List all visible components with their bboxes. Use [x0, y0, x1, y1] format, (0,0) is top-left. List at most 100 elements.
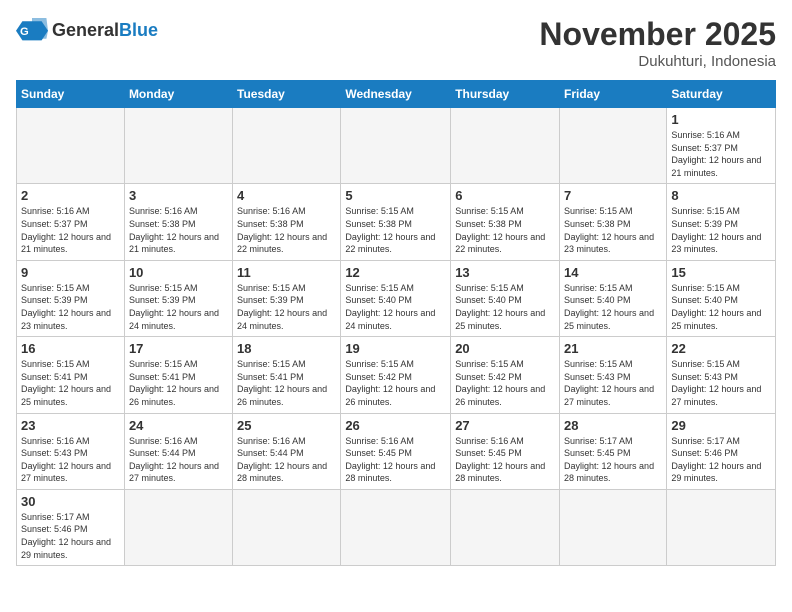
calendar-day-cell: 12Sunrise: 5:15 AM Sunset: 5:40 PM Dayli…: [341, 260, 451, 336]
day-info: Sunrise: 5:16 AM Sunset: 5:44 PM Dayligh…: [129, 435, 228, 485]
calendar-day-cell: 17 Sunrise: 5:15 AM Sunset: 5:41 PM Dayli…: [124, 337, 232, 413]
day-info: Sunrise: 5:15 AM Sunset: 5:40 PM Dayligh…: [455, 282, 555, 332]
day-info: Sunrise: 5:15 AM Sunset: 5:42 PM Dayligh…: [455, 358, 555, 408]
day-info: Sunrise: 5:15 AM Sunset: 5:41 PM Dayligh…: [129, 358, 228, 408]
calendar-week-row: 9 Sunrise: 5:15 AM Sunset: 5:39 PM Daylig…: [17, 260, 776, 336]
calendar-day-cell: 24Sunrise: 5:16 AM Sunset: 5:44 PM Dayli…: [124, 413, 232, 489]
day-info: Sunrise: 5:16 AM Sunset: 5:37 PM Dayligh…: [21, 205, 120, 255]
day-number: 13: [455, 265, 555, 280]
calendar-day-cell: 16 Sunrise: 5:15 AM Sunset: 5:41 PM Dayli…: [17, 337, 125, 413]
calendar-week-row: 16 Sunrise: 5:15 AM Sunset: 5:41 PM Dayli…: [17, 337, 776, 413]
calendar-day-cell: 6 Sunrise: 5:15 AM Sunset: 5:38 PM Daylig…: [451, 184, 560, 260]
day-info: Sunrise: 5:16 AM Sunset: 5:44 PM Dayligh…: [237, 435, 336, 485]
logo: G GeneralBlue: [16, 16, 158, 44]
calendar-day-header: Monday: [124, 81, 232, 108]
day-number: 26: [345, 418, 446, 433]
day-number: 20: [455, 341, 555, 356]
day-info: Sunrise: 5:15 AM Sunset: 5:39 PM Dayligh…: [671, 205, 771, 255]
calendar-day-cell: [17, 108, 125, 184]
day-number: 27: [455, 418, 555, 433]
calendar-week-row: 30Sunrise: 5:17 AM Sunset: 5:46 PM Dayli…: [17, 489, 776, 565]
day-number: 1: [671, 112, 771, 127]
day-info: Sunrise: 5:15 AM Sunset: 5:38 PM Dayligh…: [455, 205, 555, 255]
location: Dukuhturi, Indonesia: [539, 53, 776, 70]
day-number: 16: [21, 341, 120, 356]
day-number: 30: [21, 494, 120, 509]
calendar-week-row: 1Sunrise: 5:16 AM Sunset: 5:37 PM Daylig…: [17, 108, 776, 184]
calendar-day-cell: 10Sunrise: 5:15 AM Sunset: 5:39 PM Dayli…: [124, 260, 232, 336]
calendar-day-cell: 4Sunrise: 5:16 AM Sunset: 5:38 PM Daylig…: [233, 184, 341, 260]
day-info: Sunrise: 5:15 AM Sunset: 5:40 PM Dayligh…: [564, 282, 662, 332]
calendar-day-cell: 19 Sunrise: 5:15 AM Sunset: 5:42 PM Dayli…: [341, 337, 451, 413]
calendar-day-cell: 8 Sunrise: 5:15 AM Sunset: 5:39 PM Daylig…: [667, 184, 776, 260]
calendar-day-cell: 30Sunrise: 5:17 AM Sunset: 5:46 PM Dayli…: [17, 489, 125, 565]
calendar-day-cell: 7 Sunrise: 5:15 AM Sunset: 5:38 PM Daylig…: [560, 184, 667, 260]
calendar-day-cell: 23 Sunrise: 5:16 AM Sunset: 5:43 PM Dayli…: [17, 413, 125, 489]
calendar-day-cell: 22Sunrise: 5:15 AM Sunset: 5:43 PM Dayli…: [667, 337, 776, 413]
calendar-day-cell: 9Sunrise: 5:15 AM Sunset: 5:39 PM Daylig…: [17, 260, 125, 336]
day-number: 2: [21, 188, 120, 203]
calendar-day-cell: 1Sunrise: 5:16 AM Sunset: 5:37 PM Daylig…: [667, 108, 776, 184]
calendar-day-header: Sunday: [17, 81, 125, 108]
logo-icon: G: [16, 16, 48, 44]
day-number: 8: [671, 188, 771, 203]
calendar-day-cell: [451, 108, 560, 184]
day-info: Sunrise: 5:15 AM Sunset: 5:39 PM Dayligh…: [237, 282, 336, 332]
day-number: 9: [21, 265, 120, 280]
day-number: 19: [345, 341, 446, 356]
calendar-day-cell: 29 Sunrise: 5:17 AM Sunset: 5:46 PM Dayli…: [667, 413, 776, 489]
day-info: Sunrise: 5:15 AM Sunset: 5:42 PM Dayligh…: [345, 358, 446, 408]
day-info: Sunrise: 5:15 AM Sunset: 5:43 PM Dayligh…: [564, 358, 662, 408]
calendar-day-header: Wednesday: [341, 81, 451, 108]
day-info: Sunrise: 5:16 AM Sunset: 5:45 PM Dayligh…: [345, 435, 446, 485]
day-number: 7: [564, 188, 662, 203]
day-number: 22: [671, 341, 771, 356]
day-number: 17: [129, 341, 228, 356]
day-number: 15: [671, 265, 771, 280]
month-title: November 2025: [539, 16, 776, 53]
day-number: 21: [564, 341, 662, 356]
day-info: Sunrise: 5:16 AM Sunset: 5:38 PM Dayligh…: [129, 205, 228, 255]
day-info: Sunrise: 5:15 AM Sunset: 5:41 PM Dayligh…: [237, 358, 336, 408]
calendar-day-cell: 5 Sunrise: 5:15 AM Sunset: 5:38 PM Daylig…: [341, 184, 451, 260]
day-number: 29: [671, 418, 771, 433]
calendar-day-cell: [124, 108, 232, 184]
day-number: 14: [564, 265, 662, 280]
calendar-day-cell: [560, 489, 667, 565]
calendar-day-cell: 2 Sunrise: 5:16 AM Sunset: 5:37 PM Daylig…: [17, 184, 125, 260]
day-info: Sunrise: 5:16 AM Sunset: 5:43 PM Dayligh…: [21, 435, 120, 485]
day-number: 25: [237, 418, 336, 433]
calendar-day-cell: 27Sunrise: 5:16 AM Sunset: 5:45 PM Dayli…: [451, 413, 560, 489]
day-number: 23: [21, 418, 120, 433]
calendar-day-cell: [233, 108, 341, 184]
calendar-table: SundayMondayTuesdayWednesdayThursdayFrid…: [16, 80, 776, 566]
day-number: 6: [455, 188, 555, 203]
calendar-day-header: Friday: [560, 81, 667, 108]
day-number: 4: [237, 188, 336, 203]
calendar-day-cell: 21 Sunrise: 5:15 AM Sunset: 5:43 PM Dayli…: [560, 337, 667, 413]
calendar-week-row: 2 Sunrise: 5:16 AM Sunset: 5:37 PM Daylig…: [17, 184, 776, 260]
day-number: 11: [237, 265, 336, 280]
day-info: Sunrise: 5:17 AM Sunset: 5:46 PM Dayligh…: [671, 435, 771, 485]
calendar-day-cell: 15Sunrise: 5:15 AM Sunset: 5:40 PM Dayli…: [667, 260, 776, 336]
calendar-day-cell: [341, 108, 451, 184]
day-number: 28: [564, 418, 662, 433]
calendar-day-cell: 26 Sunrise: 5:16 AM Sunset: 5:45 PM Dayli…: [341, 413, 451, 489]
calendar-day-cell: [560, 108, 667, 184]
day-info: Sunrise: 5:15 AM Sunset: 5:39 PM Dayligh…: [129, 282, 228, 332]
calendar-day-cell: [233, 489, 341, 565]
day-number: 5: [345, 188, 446, 203]
day-info: Sunrise: 5:17 AM Sunset: 5:45 PM Dayligh…: [564, 435, 662, 485]
page-header: G GeneralBlue November 2025 Dukuhturi, I…: [16, 16, 776, 70]
day-info: Sunrise: 5:15 AM Sunset: 5:41 PM Dayligh…: [21, 358, 120, 408]
svg-text:G: G: [20, 26, 29, 38]
title-block: November 2025 Dukuhturi, Indonesia: [539, 16, 776, 70]
calendar-day-cell: 14 Sunrise: 5:15 AM Sunset: 5:40 PM Dayli…: [560, 260, 667, 336]
day-number: 18: [237, 341, 336, 356]
calendar-day-cell: [667, 489, 776, 565]
calendar-day-cell: 13 Sunrise: 5:15 AM Sunset: 5:40 PM Dayli…: [451, 260, 560, 336]
logo-text: GeneralBlue: [52, 21, 158, 39]
calendar-week-row: 23 Sunrise: 5:16 AM Sunset: 5:43 PM Dayli…: [17, 413, 776, 489]
day-info: Sunrise: 5:15 AM Sunset: 5:38 PM Dayligh…: [345, 205, 446, 255]
day-info: Sunrise: 5:15 AM Sunset: 5:38 PM Dayligh…: [564, 205, 662, 255]
